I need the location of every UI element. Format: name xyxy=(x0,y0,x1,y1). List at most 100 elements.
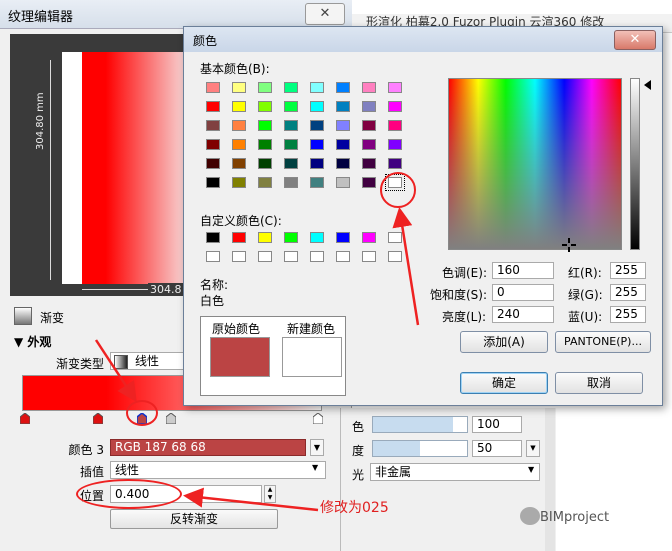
custom-color-swatch[interactable] xyxy=(258,232,272,243)
basic-color-swatch[interactable] xyxy=(362,158,376,169)
basic-color-swatch[interactable] xyxy=(258,177,272,188)
basic-color-swatch[interactable] xyxy=(232,158,246,169)
custom-color-swatch[interactable] xyxy=(258,251,272,262)
property-row2-value[interactable]: 50 xyxy=(472,440,522,457)
basic-color-swatch[interactable] xyxy=(258,82,272,93)
property-row3-select[interactable]: 非金属 xyxy=(370,463,540,481)
custom-color-swatch[interactable] xyxy=(232,232,246,243)
basic-color-swatch[interactable] xyxy=(336,177,350,188)
custom-color-swatch[interactable] xyxy=(362,232,376,243)
basic-color-swatch[interactable] xyxy=(362,82,376,93)
gradient-stop-1[interactable] xyxy=(20,413,30,424)
basic-color-swatch[interactable] xyxy=(362,101,376,112)
gradient-stop-4[interactable] xyxy=(166,413,176,424)
reverse-gradient-button[interactable]: 反转渐变 xyxy=(110,509,278,529)
add-to-custom-button[interactable]: 添加(A) xyxy=(460,331,548,353)
custom-color-swatch[interactable] xyxy=(284,251,298,262)
basic-color-swatch[interactable] xyxy=(284,101,298,112)
color-spectrum[interactable] xyxy=(448,78,622,250)
luminance-slider[interactable] xyxy=(630,78,640,250)
basic-color-swatch[interactable] xyxy=(206,177,220,188)
custom-color-swatch[interactable] xyxy=(232,251,246,262)
custom-color-swatch[interactable] xyxy=(310,232,324,243)
basic-color-swatch[interactable] xyxy=(310,101,324,112)
position-spinner[interactable]: ▲ ▼ xyxy=(264,485,276,503)
crosshair-icon[interactable] xyxy=(562,238,576,252)
property-row1-slider[interactable] xyxy=(372,416,468,433)
properties-scrollbar[interactable] xyxy=(545,408,555,551)
basic-color-swatch[interactable] xyxy=(284,82,298,93)
custom-color-swatch[interactable] xyxy=(336,251,350,262)
basic-color-swatch[interactable] xyxy=(362,177,376,188)
basic-color-swatch[interactable] xyxy=(258,139,272,150)
luminance-arrow-icon[interactable] xyxy=(644,80,651,90)
basic-color-swatch[interactable] xyxy=(388,139,402,150)
gradient-stop-5[interactable] xyxy=(313,413,323,424)
chevron-down-icon[interactable]: ▼ xyxy=(310,439,324,456)
basic-color-swatch[interactable] xyxy=(310,158,324,169)
basic-color-swatch[interactable] xyxy=(206,120,220,131)
basic-color-swatch[interactable] xyxy=(206,158,220,169)
property-row2-slider[interactable] xyxy=(372,440,468,457)
basic-color-swatch[interactable] xyxy=(336,158,350,169)
basic-color-swatch[interactable] xyxy=(284,177,298,188)
basic-color-swatch[interactable] xyxy=(388,120,402,131)
custom-color-swatch[interactable] xyxy=(284,232,298,243)
ok-button[interactable]: 确定 xyxy=(460,372,548,394)
custom-color-swatch[interactable] xyxy=(388,232,402,243)
chevron-down-icon[interactable]: ▼ xyxy=(528,465,534,474)
chevron-down-icon[interactable]: ▼ xyxy=(526,440,540,457)
basic-color-swatch[interactable] xyxy=(232,139,246,150)
basic-color-swatch[interactable] xyxy=(206,139,220,150)
basic-color-swatch[interactable] xyxy=(336,101,350,112)
basic-color-swatch[interactable] xyxy=(206,82,220,93)
color-label: 颜色 3 xyxy=(68,443,104,457)
gradient-icon[interactable] xyxy=(14,307,32,325)
gradient-stop-2[interactable] xyxy=(93,413,103,424)
custom-color-swatch[interactable] xyxy=(336,232,350,243)
blue-input[interactable]: 255 xyxy=(610,306,646,323)
cancel-button[interactable]: 取消 xyxy=(555,372,643,394)
custom-color-swatch[interactable] xyxy=(310,251,324,262)
basic-color-swatch[interactable] xyxy=(258,158,272,169)
custom-color-swatch[interactable] xyxy=(362,251,376,262)
basic-color-swatch[interactable] xyxy=(232,82,246,93)
chevron-down-icon[interactable]: ▼ xyxy=(312,463,318,472)
basic-color-swatch[interactable] xyxy=(232,120,246,131)
basic-color-swatch[interactable] xyxy=(284,158,298,169)
hue-input[interactable]: 160 xyxy=(492,262,554,279)
basic-color-swatch[interactable] xyxy=(258,101,272,112)
color-value-field[interactable]: RGB 187 68 68 xyxy=(110,439,306,456)
basic-color-swatch[interactable] xyxy=(232,177,246,188)
basic-color-swatch[interactable] xyxy=(310,82,324,93)
basic-color-swatch[interactable] xyxy=(310,120,324,131)
basic-color-swatch[interactable] xyxy=(362,139,376,150)
custom-color-swatch[interactable] xyxy=(206,251,220,262)
property-row1-value[interactable]: 100 xyxy=(472,416,522,433)
close-icon[interactable]: ✕ xyxy=(614,30,656,50)
basic-color-swatch[interactable] xyxy=(284,120,298,131)
red-input[interactable]: 255 xyxy=(610,262,646,279)
custom-color-swatch[interactable] xyxy=(388,251,402,262)
basic-color-swatch[interactable] xyxy=(310,177,324,188)
interpolation-select[interactable]: 线性 xyxy=(110,461,326,479)
basic-color-swatch[interactable] xyxy=(388,158,402,169)
basic-color-swatch[interactable] xyxy=(336,139,350,150)
basic-color-swatch[interactable] xyxy=(336,82,350,93)
basic-color-swatch[interactable] xyxy=(232,101,246,112)
basic-color-swatch[interactable] xyxy=(388,82,402,93)
basic-color-swatch[interactable] xyxy=(362,120,376,131)
close-icon[interactable]: ✕ xyxy=(305,3,345,25)
saturation-input[interactable]: 0 xyxy=(492,284,554,301)
basic-color-swatch[interactable] xyxy=(258,120,272,131)
basic-color-swatch[interactable] xyxy=(284,139,298,150)
custom-color-swatch[interactable] xyxy=(206,232,220,243)
appearance-section-header[interactable]: ▼ 外观 xyxy=(14,333,51,350)
basic-color-swatch[interactable] xyxy=(310,139,324,150)
basic-color-swatch[interactable] xyxy=(336,120,350,131)
basic-color-swatch[interactable] xyxy=(388,101,402,112)
green-input[interactable]: 255 xyxy=(610,284,646,301)
basic-color-swatch[interactable] xyxy=(206,101,220,112)
pantone-button[interactable]: PANTONE(P)... xyxy=(555,331,651,353)
luminance-input[interactable]: 240 xyxy=(492,306,554,323)
